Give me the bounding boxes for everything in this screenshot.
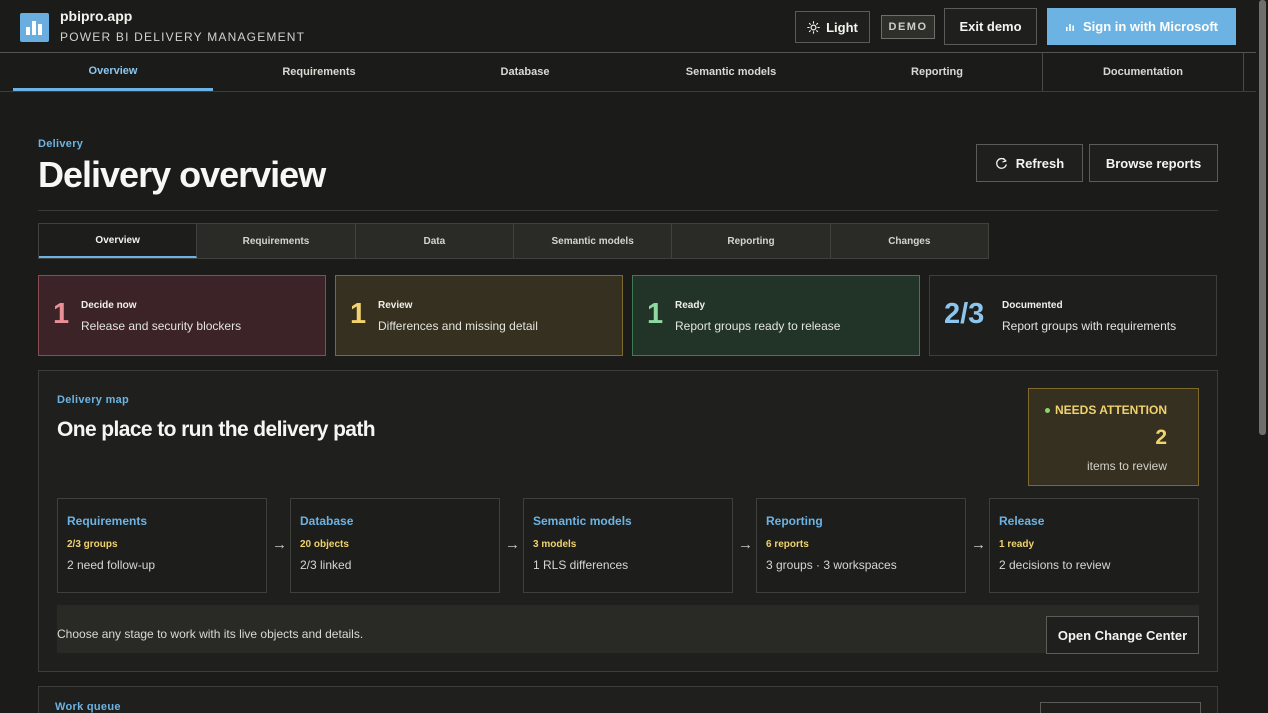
delivery-map-eyebrow: Delivery map [57,394,130,406]
app-name: pbipro.app [60,8,133,24]
nav-overview[interactable]: Overview [13,53,213,91]
page-scrollbar[interactable] [1259,0,1266,435]
stage-metric: 3 models [533,539,577,550]
nav-database[interactable]: Database [425,53,625,91]
needs-attention-header: NEEDS ATTENTION [1044,403,1167,417]
status-dot-icon [1044,407,1050,413]
browse-reports-button[interactable]: Browse reports [1089,144,1218,182]
tab-overview[interactable]: Overview [39,224,198,258]
work-queue-eyebrow: Work queue [55,701,121,713]
refresh-icon [995,157,1007,169]
stage-name: Semantic models [533,514,632,528]
theme-toggle-button[interactable]: Light [795,11,870,43]
stat-description: Report groups with requirements [1002,319,1177,333]
tab-changes[interactable]: Changes [831,224,988,258]
tab-reporting[interactable]: Reporting [672,224,831,258]
app-subtitle: POWER BI DELIVERY MANAGEMENT [60,30,306,44]
stage-name: Requirements [67,514,148,528]
bar-chart-icon [1065,23,1074,31]
stat-label: Documented [1002,300,1063,311]
stage-note: 1 RLS differences [533,558,629,572]
needs-attention-count: 2 [1155,426,1167,449]
nav-semantic-models[interactable]: Semantic models [631,53,831,91]
tab-requirements[interactable]: Requirements [197,224,356,258]
sign-in-microsoft-button[interactable]: Sign in with Microsoft [1047,8,1236,45]
stage-note: 3 groups · 3 workspaces [766,558,897,572]
demo-badge: DEMO [881,15,935,39]
needs-attention-card[interactable]: NEEDS ATTENTION 2 items to review [1028,388,1199,486]
stat-card-decide-now[interactable]: 1 Decide now Release and security blocke… [38,275,326,356]
stage-metric: 1 ready [999,539,1035,550]
refresh-button[interactable]: Refresh [976,144,1083,182]
stage-requirements[interactable]: Requirements 2/3 groups 2 need follow-up [57,498,267,593]
sign-in-label: Sign in with Microsoft [1082,19,1219,34]
stage-note: 2/3 linked [300,558,352,572]
stat-label: Decide now [81,300,137,311]
work-queue-action-button[interactable] [1040,702,1201,713]
nav-reporting[interactable]: Reporting [837,53,1037,91]
stat-description: Report groups ready to release [675,319,841,333]
stage-database[interactable]: Database 20 objects 2/3 linked [290,498,500,593]
stage-metric: 2/3 groups [67,539,118,550]
refresh-label: Refresh [1015,155,1065,171]
delivery-map-footer: Choose any stage to work with its live o… [57,605,1199,653]
delivery-map-hint: Choose any stage to work with its live o… [57,627,364,641]
stat-card-review[interactable]: 1 Review Differences and missing detail [335,275,623,356]
header-divider [38,210,1218,211]
stat-card-documented[interactable]: 2/3 Documented Report groups with requir… [929,275,1217,356]
stage-reporting[interactable]: Reporting 6 reports 3 groups · 3 workspa… [756,498,966,593]
stat-card-ready[interactable]: 1 Ready Report groups ready to release [632,275,920,356]
stage-metric: 20 objects [300,539,349,550]
delivery-map-title: One place to run the delivery path [57,418,376,441]
main-nav: Overview Requirements Database Semantic … [0,53,1256,92]
stage-release[interactable]: Release 1 ready 2 decisions to review [989,498,1199,593]
stage-name: Database [300,514,354,528]
arrow-right-icon: → [971,536,986,553]
stage-metric: 6 reports [766,539,809,550]
tab-semantic-models[interactable]: Semantic models [514,224,673,258]
stage-name: Release [999,514,1045,528]
stage-note: 2 need follow-up [67,558,156,572]
stat-description: Release and security blockers [81,319,242,333]
open-change-center-button[interactable]: Open Change Center [1046,616,1199,654]
stage-semantic-models[interactable]: Semantic models 3 models 1 RLS differenc… [523,498,733,593]
app-header: pbipro.app POWER BI DELIVERY MANAGEMENT … [0,0,1256,53]
theme-toggle-label: Light [826,19,858,35]
needs-attention-subtext: items to review [1086,459,1167,473]
arrow-right-icon: → [505,536,520,553]
stage-name: Reporting [766,514,823,528]
powerbi-logo-icon [20,13,49,42]
tab-data[interactable]: Data [356,224,514,258]
nav-documentation[interactable]: Documentation [1042,53,1244,91]
stat-value: 1 [350,298,367,330]
stat-value: 2/3 [944,298,985,330]
section-tabs: Overview Requirements Data Semantic mode… [38,223,989,259]
stat-label: Ready [675,300,706,311]
stat-label: Review [378,300,413,311]
stage-note: 2 decisions to review [999,558,1111,572]
page-title: Delivery overview [38,154,326,195]
page-eyebrow: Delivery [38,138,84,150]
stat-description: Differences and missing detail [378,319,538,333]
stat-value: 1 [647,298,664,330]
exit-demo-button[interactable]: Exit demo [944,8,1037,45]
sun-icon [807,20,820,34]
needs-attention-label: NEEDS ATTENTION [1054,403,1167,417]
arrow-right-icon: → [738,536,753,553]
stat-value: 1 [53,298,70,330]
arrow-right-icon: → [272,536,287,553]
nav-requirements[interactable]: Requirements [219,53,419,91]
